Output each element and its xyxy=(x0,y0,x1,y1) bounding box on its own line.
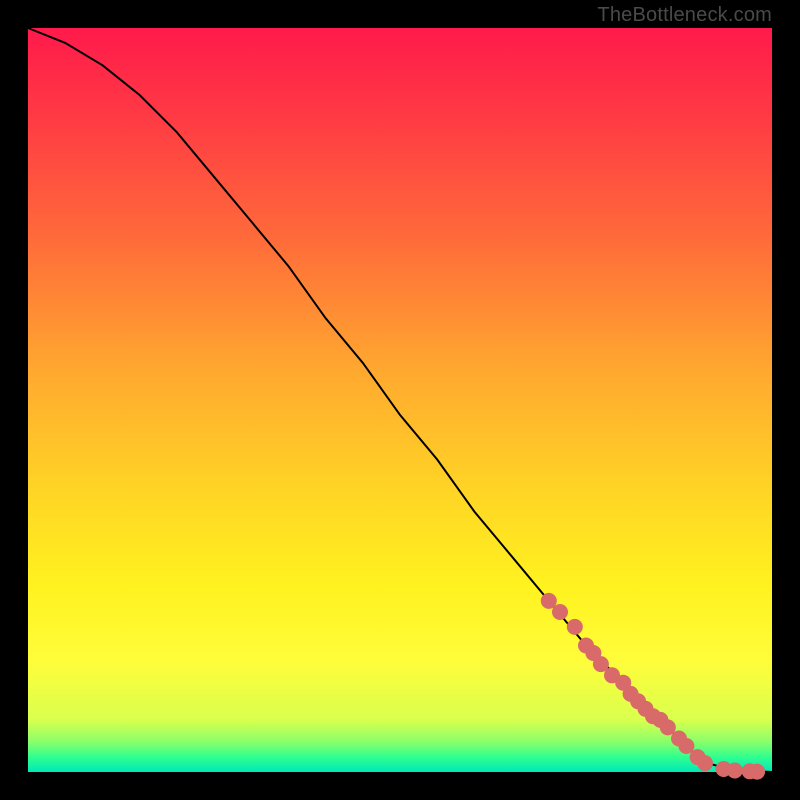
data-marker xyxy=(552,604,568,620)
data-marker xyxy=(697,755,713,771)
data-marker xyxy=(749,764,765,780)
marker-group xyxy=(541,593,765,780)
data-marker xyxy=(727,763,743,779)
data-marker xyxy=(567,619,583,635)
chart-overlay xyxy=(28,28,772,772)
chart-frame: TheBottleneck.com xyxy=(0,0,800,800)
bottleneck-curve xyxy=(28,28,772,772)
attribution-label: TheBottleneck.com xyxy=(597,4,772,27)
